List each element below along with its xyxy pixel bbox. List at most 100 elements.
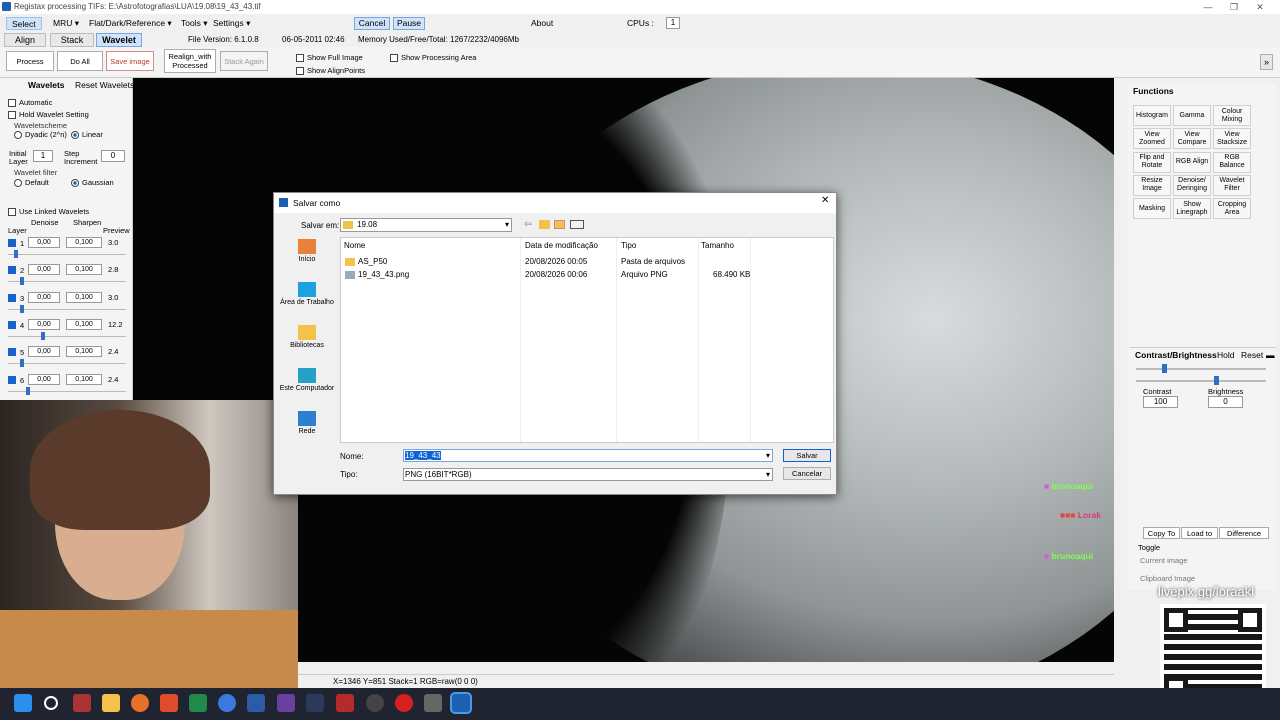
process-button[interactable]: Process — [6, 51, 54, 71]
hold-wavelet-option[interactable]: Hold Wavelet Setting — [8, 110, 89, 120]
automatic-checkbox[interactable] — [8, 99, 16, 108]
menu-flat-dark-reference[interactable]: Flat/Dark/Reference ▾ — [84, 17, 177, 30]
contrast-spinner[interactable]: 100 — [1143, 396, 1178, 408]
function-button-rgb-balance[interactable]: RGB Balance — [1213, 151, 1251, 173]
stack-again-button[interactable]: Stack Again — [220, 51, 268, 71]
place-item[interactable]: Este Computador — [278, 366, 336, 408]
save-button[interactable]: Salvar — [783, 449, 831, 462]
wavelets-tab[interactable]: Wavelets — [28, 80, 65, 90]
collapse-icon[interactable]: ▬ — [1266, 348, 1275, 362]
windows-start-icon[interactable] — [14, 694, 32, 712]
file-name-input[interactable]: 19_43_43 ▾ — [403, 449, 773, 462]
layer-checkbox[interactable] — [8, 375, 16, 384]
layer-slider-thumb[interactable] — [20, 359, 24, 368]
app-icon[interactable] — [73, 694, 91, 712]
layer-slider-thumb[interactable] — [20, 277, 24, 286]
difference-button[interactable]: Difference — [1219, 527, 1269, 539]
function-button-histogram[interactable]: Histogram — [1133, 105, 1171, 126]
function-button-wavelet-filter[interactable]: Wavelet Filter — [1213, 174, 1251, 196]
load-to-button[interactable]: Load to — [1181, 527, 1218, 539]
column-size[interactable]: Tamanho — [701, 241, 734, 250]
sharpen-spinner[interactable]: 0,100 — [66, 264, 102, 276]
dyadic-radio[interactable] — [14, 131, 22, 140]
show-processing-area-option[interactable]: Show Processing Area — [390, 53, 476, 63]
current-image-option[interactable]: Current image — [1140, 556, 1188, 565]
up-folder-icon[interactable] — [539, 220, 550, 229]
layer-slider[interactable] — [8, 335, 126, 337]
back-icon[interactable]: ⇦ — [524, 219, 532, 230]
menu-about[interactable]: About — [526, 17, 558, 30]
layer-slider-thumb[interactable] — [20, 304, 24, 313]
tab-stack[interactable]: Stack — [50, 33, 94, 47]
layer-checkbox[interactable] — [8, 320, 16, 329]
realign-button[interactable]: Realign_with Processed — [164, 49, 216, 73]
column-type[interactable]: Tipo — [621, 241, 636, 250]
function-button-view-compare[interactable]: View Compare — [1173, 128, 1211, 150]
brightness-spinner[interactable]: 0 — [1208, 396, 1243, 408]
brightness-slider[interactable] — [1136, 376, 1266, 385]
step-increment-spinner[interactable]: 0 — [101, 150, 125, 162]
dyadic-option[interactable]: Dyadic (2^n) — [14, 130, 67, 140]
pause-button[interactable]: Pause — [393, 17, 425, 30]
place-item[interactable]: Área de Trabalho — [278, 280, 336, 322]
file-row[interactable]: 19_43_43.png 20/08/2026 00:06 Arquivo PNG 6… — [341, 269, 833, 281]
app-icon[interactable] — [336, 694, 354, 712]
do-all-button[interactable]: Do All — [57, 51, 103, 71]
close-button[interactable]: ✕ — [1240, 0, 1280, 14]
function-button-gamma[interactable]: Gamma — [1173, 105, 1211, 126]
layer-slider[interactable] — [8, 308, 126, 310]
default-radio[interactable] — [14, 179, 22, 188]
hold-button[interactable]: Hold — [1217, 348, 1234, 362]
layer-checkbox[interactable] — [8, 348, 16, 357]
place-item[interactable]: Início — [278, 237, 336, 279]
layer-slider-thumb[interactable] — [41, 331, 45, 340]
hold-wavelet-checkbox[interactable] — [8, 111, 16, 120]
layer-slider[interactable] — [8, 363, 126, 365]
reset-wavelets-tab[interactable]: Reset Wavelets — [75, 80, 134, 90]
sharpen-spinner[interactable]: 0,100 — [66, 346, 102, 358]
layer-checkbox[interactable] — [8, 293, 16, 302]
app-icon[interactable] — [424, 694, 442, 712]
function-button-view-zoomed[interactable]: View Zoomed — [1133, 128, 1171, 150]
expand-panel-button[interactable]: » — [1260, 54, 1273, 70]
firefox-icon[interactable] — [131, 694, 149, 712]
denoise-spinner[interactable]: 0,00 — [28, 373, 60, 385]
menu-select[interactable]: Select — [6, 17, 42, 30]
sharpen-spinner[interactable]: 0,100 — [66, 291, 102, 303]
cancel-dialog-button[interactable]: Cancelar — [783, 467, 831, 480]
denoise-spinner[interactable]: 0,00 — [28, 346, 60, 358]
denoise-spinner[interactable]: 0,00 — [28, 318, 60, 330]
linear-radio[interactable] — [71, 131, 79, 140]
reset-button[interactable]: Reset — [1241, 348, 1263, 362]
menu-settings[interactable]: Settings ▾ — [208, 17, 255, 30]
show-full-image-checkbox[interactable] — [296, 54, 304, 63]
use-linked-checkbox[interactable] — [8, 208, 16, 217]
function-button-resize-image[interactable]: Resize Image — [1133, 174, 1171, 196]
cancel-button[interactable]: Cancel — [354, 17, 390, 30]
save-image-button[interactable]: Save image — [106, 51, 154, 71]
tab-align[interactable]: Align — [4, 33, 46, 47]
file-row[interactable]: AS_P50 20/08/2026 00:05 Pasta de arquivos — [341, 256, 833, 268]
folder-icon[interactable] — [102, 694, 120, 712]
use-linked-option[interactable]: Use Linked Wavelets — [8, 207, 89, 217]
layer-slider[interactable] — [8, 281, 126, 283]
layer-slider[interactable] — [8, 254, 126, 255]
excel-icon[interactable] — [189, 694, 207, 712]
view-menu-icon[interactable] — [570, 220, 584, 229]
column-name[interactable]: Nome — [344, 241, 365, 250]
sharpen-spinner[interactable]: 0,100 — [66, 373, 102, 385]
layer-slider-thumb[interactable] — [26, 386, 30, 395]
function-button-cropping-area[interactable]: Cropping Area — [1213, 198, 1251, 220]
layer-checkbox[interactable] — [8, 239, 16, 247]
tab-wavelet[interactable]: Wavelet — [96, 33, 142, 47]
column-date[interactable]: Data de modificação — [525, 241, 598, 250]
brave-icon[interactable] — [160, 694, 178, 712]
app-icon[interactable] — [366, 694, 384, 712]
app-icon[interactable] — [306, 694, 324, 712]
word-icon[interactable] — [247, 694, 265, 712]
sharpen-spinner[interactable]: 0,100 — [66, 318, 102, 330]
app-icon[interactable] — [277, 694, 295, 712]
function-button-view-stacksize[interactable]: View Stacksize — [1213, 128, 1251, 150]
initial-layer-spinner[interactable]: 1 — [33, 150, 53, 162]
place-item[interactable]: Bibliotecas — [278, 323, 336, 365]
